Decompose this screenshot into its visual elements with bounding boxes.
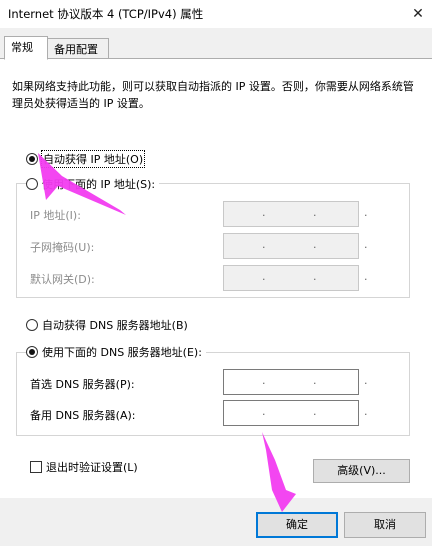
annotation-arrow-bottom: [262, 432, 296, 512]
annotation-arrow-top: [38, 153, 126, 215]
tab-general[interactable]: 常规: [4, 36, 48, 60]
annotation-arrows: [38, 153, 296, 512]
